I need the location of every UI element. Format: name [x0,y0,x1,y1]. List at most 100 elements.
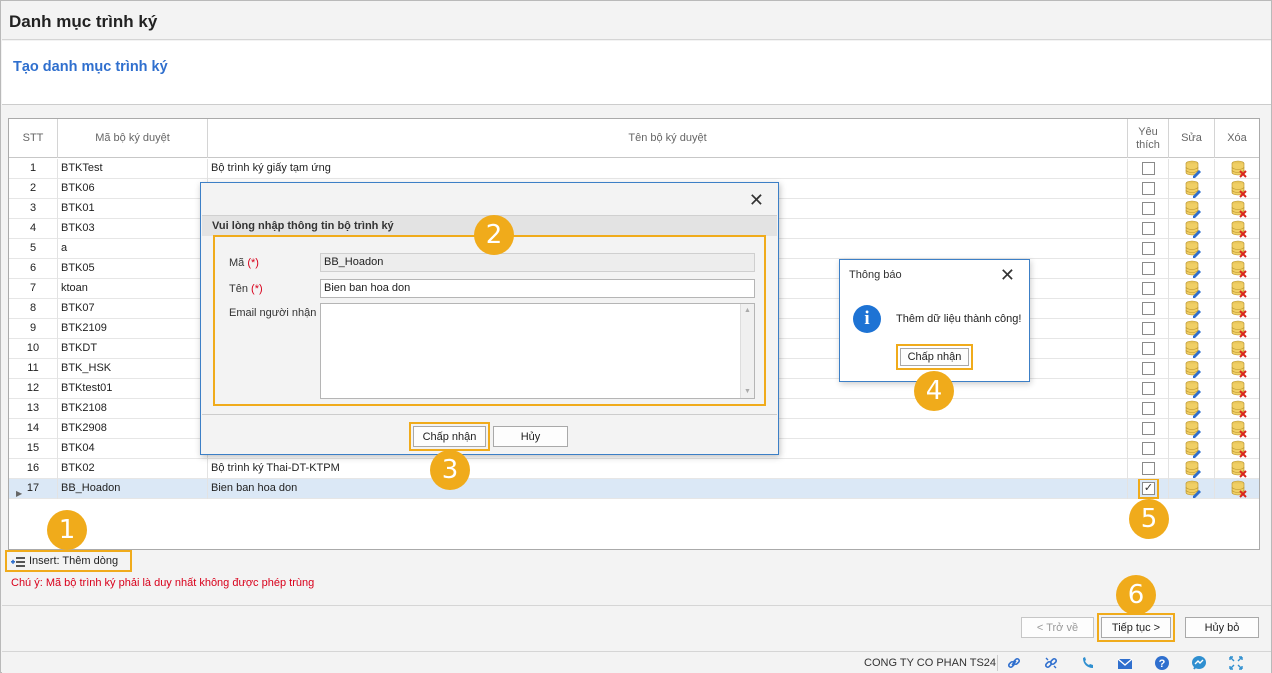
edit-icon[interactable] [1185,400,1201,418]
row-code[interactable]: BTK06 [58,179,208,199]
row-code[interactable]: BTK2108 [58,399,208,419]
col-stt[interactable]: STT [9,119,58,158]
edit-icon[interactable] [1185,440,1201,458]
favorite-checkbox[interactable]: ✓ [1138,479,1159,499]
delete-icon[interactable] [1231,420,1247,438]
close-icon[interactable]: ✕ [1000,266,1015,284]
phone-icon[interactable] [1080,655,1096,671]
col-favorite[interactable]: Yêu thích [1128,119,1169,158]
delete-icon[interactable] [1231,280,1247,298]
favorite-checkbox[interactable] [1142,202,1155,215]
delete-icon[interactable] [1231,220,1247,238]
favorite-checkbox[interactable] [1142,442,1155,455]
favorite-checkbox[interactable] [1142,382,1155,395]
delete-icon[interactable] [1231,380,1247,398]
edit-icon[interactable] [1185,340,1201,358]
col-name[interactable]: Tên bộ ký duyệt [208,119,1128,158]
edit-icon[interactable] [1185,420,1201,438]
row-code[interactable]: BTKtest01 [58,379,208,399]
table-row[interactable]: ▶ 17 BB_Hoadon Bien ban hoa don ✓ [9,479,1259,499]
delete-icon[interactable] [1231,460,1247,478]
col-delete[interactable]: Xóa [1215,119,1259,158]
row-code[interactable]: BTKDT [58,339,208,359]
row-code[interactable]: BTK2109 [58,319,208,339]
code-field[interactable]: BB_Hoadon [320,253,755,272]
favorite-checkbox[interactable] [1142,462,1155,475]
delete-icon[interactable] [1231,400,1247,418]
scroll-down-icon[interactable]: ▼ [744,388,751,395]
scroll-up-icon[interactable]: ▲ [744,307,751,314]
row-code[interactable]: BTK07 [58,299,208,319]
row-code[interactable]: BTK_HSK [58,359,208,379]
favorite-checkbox[interactable] [1142,302,1155,315]
favorite-checkbox[interactable] [1142,342,1155,355]
help-icon[interactable]: ? [1154,655,1170,671]
delete-icon[interactable] [1231,300,1247,318]
favorite-checkbox[interactable] [1142,162,1155,175]
delete-icon[interactable] [1231,180,1247,198]
edit-icon[interactable] [1185,320,1201,338]
dialog-ok-button[interactable]: Chấp nhận [409,422,490,451]
delete-icon[interactable] [1231,240,1247,258]
favorite-checkbox[interactable] [1142,362,1155,375]
insert-row-button[interactable]: Insert: Thêm dòng [5,550,132,572]
delete-icon[interactable] [1231,480,1247,498]
table-row[interactable]: 1 BTKTest Bộ trình ký giấy tạm ứng [9,159,1259,179]
edit-icon[interactable] [1185,460,1201,478]
edit-icon[interactable] [1185,300,1201,318]
delete-icon[interactable] [1231,340,1247,358]
edit-icon[interactable] [1185,260,1201,278]
delete-icon[interactable] [1231,200,1247,218]
favorite-checkbox[interactable] [1142,322,1155,335]
col-code[interactable]: Mã bộ ký duyệt [58,119,208,158]
cancel-button[interactable]: Hủy bỏ [1185,617,1259,638]
delete-icon[interactable] [1231,320,1247,338]
delete-icon[interactable] [1231,260,1247,278]
row-name[interactable]: Bộ trình ký Thai-DT-KTPM [208,459,1128,479]
row-code[interactable]: BTK2908 [58,419,208,439]
name-field[interactable]: Bien ban hoa don [320,279,755,298]
delete-icon[interactable] [1231,360,1247,378]
table-row[interactable]: 16 BTK02 Bộ trình ký Thai-DT-KTPM [9,459,1259,479]
row-code[interactable]: ktoan [58,279,208,299]
edit-icon[interactable] [1185,160,1201,178]
textarea-scrollbar[interactable]: ▲ ▼ [740,304,754,398]
row-code[interactable]: BTK05 [58,259,208,279]
row-code[interactable]: BTK04 [58,439,208,459]
delete-icon[interactable] [1231,440,1247,458]
dialog-cancel-button[interactable]: Hủy [493,426,568,447]
favorite-checkbox[interactable] [1142,402,1155,415]
edit-icon[interactable] [1185,240,1201,258]
favorite-checkbox[interactable] [1142,222,1155,235]
edit-icon[interactable] [1185,220,1201,238]
unlink-icon[interactable] [1043,655,1059,671]
messenger-icon[interactable] [1191,655,1207,671]
favorite-checkbox[interactable] [1142,242,1155,255]
next-button[interactable]: Tiếp tục > [1097,613,1175,642]
message-ok-button[interactable]: Chấp nhận [896,344,973,370]
row-name[interactable]: Bien ban hoa don [208,479,1128,499]
row-code[interactable]: BB_Hoadon [58,479,208,499]
edit-icon[interactable] [1185,200,1201,218]
row-code[interactable]: a [58,239,208,259]
edit-icon[interactable] [1185,180,1201,198]
mail-icon[interactable] [1117,655,1133,671]
col-edit[interactable]: Sửa [1169,119,1215,158]
edit-icon[interactable] [1185,480,1201,498]
row-code[interactable]: BTK01 [58,199,208,219]
delete-icon[interactable] [1231,160,1247,178]
edit-icon[interactable] [1185,360,1201,378]
favorite-checkbox[interactable] [1142,182,1155,195]
favorite-checkbox[interactable] [1142,282,1155,295]
row-code[interactable]: BTK03 [58,219,208,239]
row-name[interactable]: Bộ trình ký giấy tạm ứng [208,159,1128,179]
email-textarea[interactable]: ▲ ▼ [320,303,755,399]
row-code[interactable]: BTK02 [58,459,208,479]
edit-icon[interactable] [1185,280,1201,298]
favorite-checkbox[interactable] [1142,422,1155,435]
fullscreen-icon[interactable] [1228,655,1244,671]
row-code[interactable]: BTKTest [58,159,208,179]
close-icon[interactable]: ✕ [749,191,764,209]
link-icon[interactable] [1006,655,1022,671]
edit-icon[interactable] [1185,380,1201,398]
